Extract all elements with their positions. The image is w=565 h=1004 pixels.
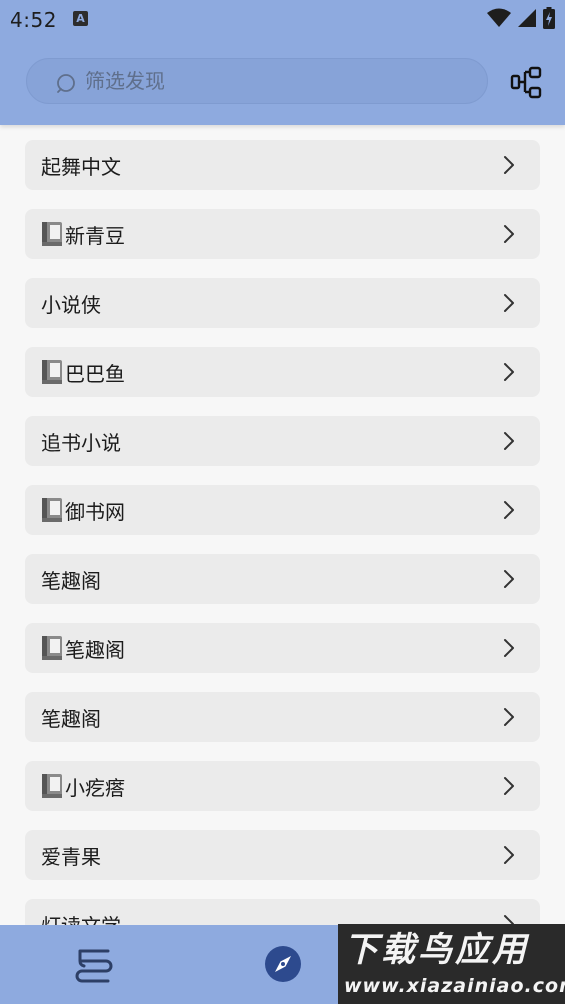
chevron-right-icon	[504, 225, 514, 243]
source-row-label: 小说侠	[41, 292, 101, 317]
chevron-right-icon	[504, 501, 514, 519]
bookshelf-icon[interactable]	[74, 945, 114, 985]
status-icons	[487, 7, 555, 29]
wifi-icon	[487, 8, 511, 27]
source-row-label: 小疙瘩	[65, 775, 125, 800]
source-row-label: 起舞中文	[41, 154, 121, 179]
source-row[interactable]: 起舞中文	[25, 140, 540, 190]
source-row[interactable]: 笔趣阁	[25, 692, 540, 742]
chevron-right-icon	[504, 846, 514, 864]
discover-compass-icon[interactable]	[264, 945, 302, 983]
source-row[interactable]: 爱青果	[25, 830, 540, 880]
chevron-right-icon	[504, 156, 514, 174]
source-row-label: 爱青果	[41, 844, 101, 869]
source-row-label: 笔趣阁	[41, 568, 101, 593]
app-header: 4:52 A	[0, 0, 565, 125]
source-row-label: 新青豆	[65, 223, 125, 248]
book-icon	[42, 636, 62, 660]
source-row[interactable]: 灯读文学	[25, 899, 540, 925]
battery-charging-icon	[543, 7, 555, 29]
source-row-label: 追书小说	[41, 430, 121, 455]
source-row-label: 笔趣阁	[65, 637, 125, 662]
status-time: 4:52	[10, 8, 57, 32]
chevron-right-icon	[504, 570, 514, 588]
source-row[interactable]: 巴巴鱼	[25, 347, 540, 397]
chevron-right-icon	[504, 363, 514, 381]
watermark-url: www.xiazainiao.com	[344, 975, 565, 997]
book-icon	[42, 774, 62, 798]
source-row[interactable]: 笔趣阁	[25, 623, 540, 673]
book-icon	[42, 498, 62, 522]
chevron-right-icon	[504, 639, 514, 657]
book-icon	[42, 222, 62, 246]
chevron-right-icon	[504, 432, 514, 450]
source-row-label: 灯读文学	[41, 910, 121, 926]
chevron-right-icon	[504, 708, 514, 726]
source-row[interactable]: 追书小说	[25, 416, 540, 466]
tree-structure-icon[interactable]	[510, 66, 544, 100]
search-icon	[57, 74, 75, 93]
watermark-logo: 下载鸟应用 www.xiazainiao.com	[338, 924, 565, 1004]
search-input[interactable]	[85, 59, 467, 103]
source-row-label: 笔趣阁	[41, 706, 101, 731]
source-row-label: 御书网	[65, 499, 125, 524]
chevron-right-icon	[504, 777, 514, 795]
chevron-right-icon	[504, 294, 514, 312]
source-row-label: 巴巴鱼	[65, 361, 125, 386]
source-row[interactable]: 御书网	[25, 485, 540, 535]
source-row[interactable]: 新青豆	[25, 209, 540, 259]
source-row[interactable]: 笔趣阁	[25, 554, 540, 604]
signal-icon	[518, 9, 536, 27]
discover-source-list: 起舞中文新青豆小说侠巴巴鱼追书小说御书网笔趣阁笔趣阁笔趣阁小疙瘩爱青果灯读文学	[0, 125, 565, 925]
source-row[interactable]: 小说侠	[25, 278, 540, 328]
source-row[interactable]: 小疙瘩	[25, 761, 540, 811]
notification-icon: A	[73, 11, 88, 26]
book-icon	[42, 360, 62, 384]
watermark-main-text: 下载鸟应用	[344, 930, 529, 970]
search-bar[interactable]	[26, 58, 488, 104]
